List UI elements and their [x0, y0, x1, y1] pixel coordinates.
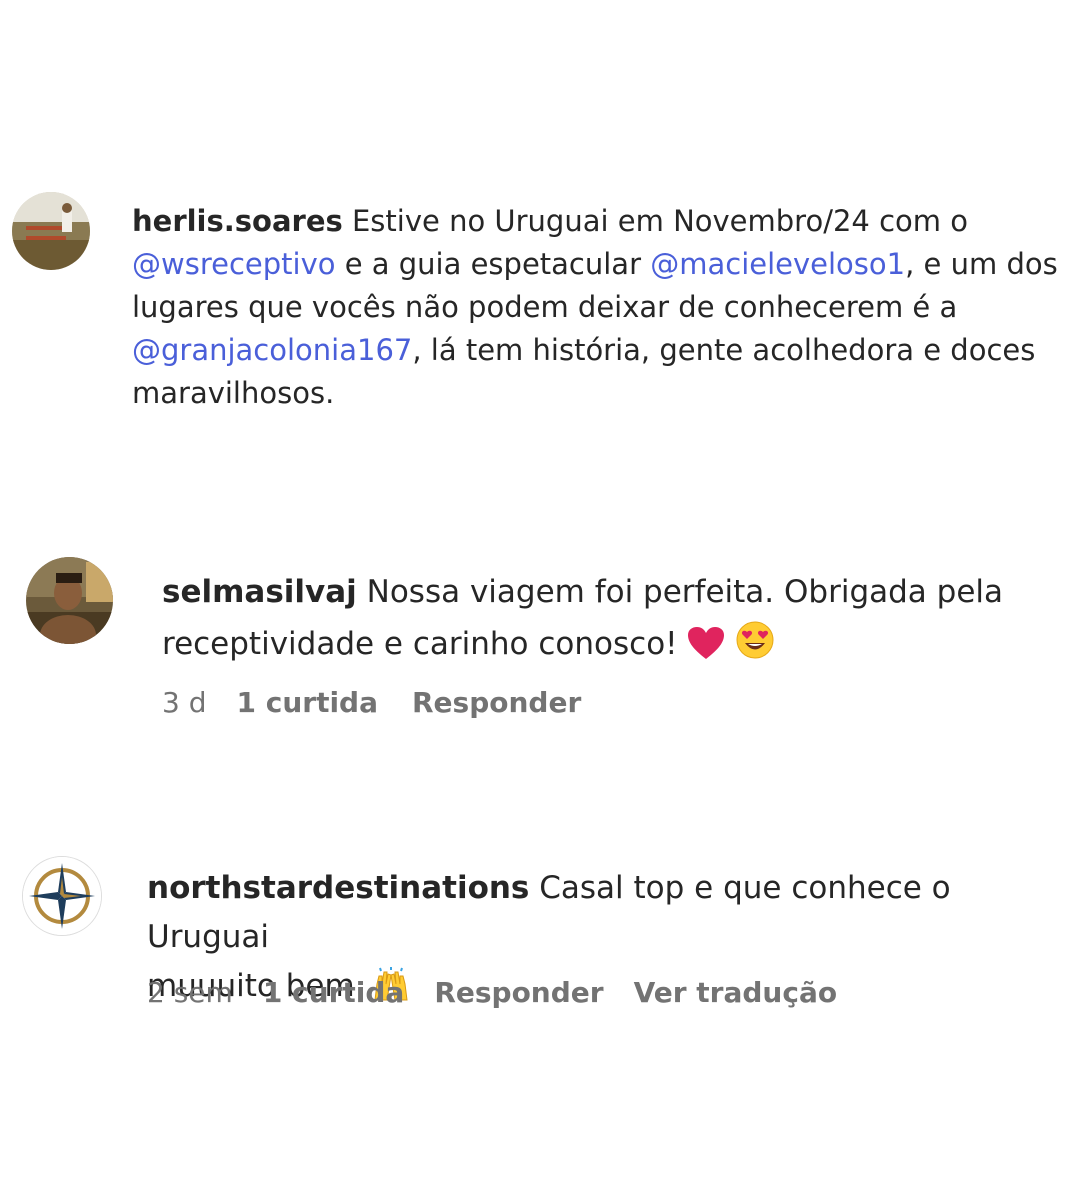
comment-time: 2 sem: [147, 976, 233, 1009]
user-avatar[interactable]: [22, 856, 102, 936]
translate-button[interactable]: Ver tradução: [634, 976, 837, 1009]
comment-northstar: northstardestinations Casal top e que co…: [0, 0, 1080, 1050]
comment-meta: 2 sem 1 curtida Responder Ver tradução: [147, 976, 837, 1009]
compass-rose-avatar: [23, 857, 101, 935]
reply-button[interactable]: Responder: [434, 976, 603, 1009]
comment-username[interactable]: northstardestinations: [147, 870, 529, 906]
likes-count[interactable]: 1 curtida: [263, 976, 405, 1009]
